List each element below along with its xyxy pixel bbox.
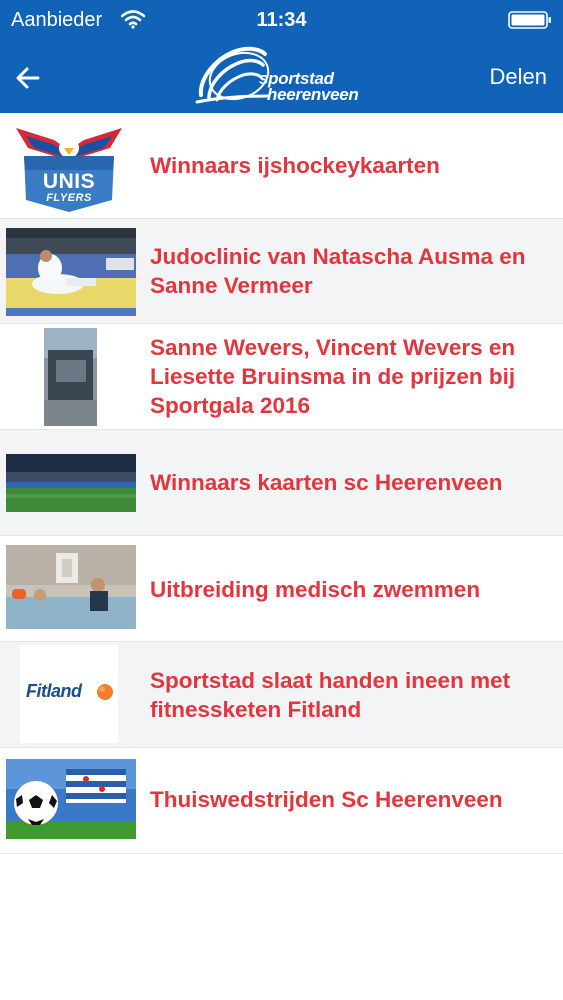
news-item[interactable]: Winnaars kaarten sc Heerenveen	[0, 430, 563, 536]
news-item[interactable]: Judoclinic van Natascha Ausma en Sanne V…	[0, 219, 563, 324]
app-header: Aanbieder 11:34 sportstad heerenveen Del…	[0, 0, 563, 113]
news-thumbnail	[6, 454, 136, 512]
news-title: Sanne Wevers, Vincent Wevers en Liesette…	[150, 335, 516, 418]
fitland-ball-icon	[97, 684, 113, 700]
sportgala-photo-icon	[44, 328, 97, 426]
status-bar: Aanbieder 11:34	[0, 0, 563, 40]
news-title: Winnaars ijshockeykaarten	[150, 153, 440, 178]
thumb-flyers-text: FLYERS	[46, 192, 92, 204]
news-item[interactable]: Uitbreiding medisch zwemmen	[0, 536, 563, 642]
news-item[interactable]: UNIS FLYERS Winnaars ijshockeykaarten	[0, 113, 563, 219]
judo-photo-icon	[6, 228, 136, 316]
logo-text-heerenveen: heerenveen	[267, 85, 359, 104]
news-thumbnail	[6, 545, 136, 629]
news-thumbnail	[6, 228, 136, 316]
news-title: Judoclinic van Natascha Ausma en Sanne V…	[150, 244, 526, 298]
news-title: Sportstad slaat handen ineen met fitness…	[150, 668, 511, 722]
back-arrow-icon	[16, 67, 40, 89]
stadium-photo-icon	[6, 454, 136, 512]
status-time: 11:34	[256, 9, 307, 31]
battery-icon	[508, 11, 551, 29]
news-title: Uitbreiding medisch zwemmen	[150, 577, 481, 602]
share-button[interactable]: Delen	[490, 64, 547, 90]
news-item[interactable]: Fitland Sportstad slaat handen ineen met…	[0, 642, 563, 748]
back-button[interactable]	[8, 58, 48, 98]
news-thumbnail: UNIS FLYERS	[14, 120, 124, 213]
swimming-photo-icon	[6, 545, 136, 629]
news-list: UNIS FLYERS Winnaars ijshockeykaarten Ju…	[0, 113, 563, 854]
thumb-fitland-text: Fitland	[26, 681, 82, 701]
thumb-unis-text: UNIS	[42, 170, 96, 193]
news-title: Winnaars kaarten sc Heerenveen	[150, 470, 503, 495]
news-thumbnail: Fitland	[20, 645, 118, 743]
news-item[interactable]: Sanne Wevers, Vincent Wevers en Liesette…	[0, 324, 563, 430]
news-item[interactable]: Thuiswedstrijden Sc Heerenveen	[0, 748, 563, 854]
football-photo-icon	[6, 759, 136, 839]
navigation-bar: sportstad heerenveen Delen	[0, 40, 563, 113]
news-thumbnail	[6, 759, 136, 839]
news-title: Thuiswedstrijden Sc Heerenveen	[150, 787, 503, 812]
news-thumbnail	[44, 328, 97, 426]
sportstad-logo: sportstad heerenveen	[195, 40, 370, 108]
